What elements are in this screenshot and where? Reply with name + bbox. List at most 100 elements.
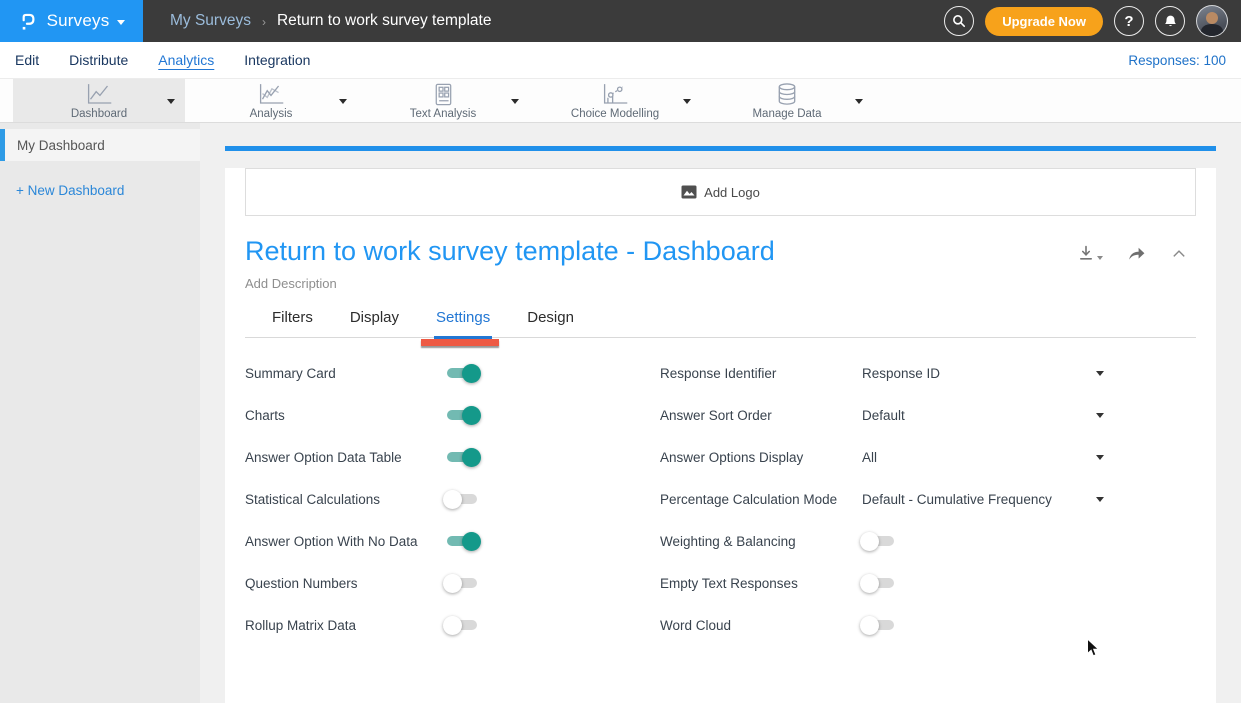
toolbar-item-manage-data[interactable]: Manage Data	[701, 79, 873, 122]
search-button[interactable]	[944, 6, 974, 36]
add-logo-label: Add Logo	[704, 185, 760, 200]
breadcrumb: My Surveys › Return to work survey templ…	[170, 12, 491, 30]
avatar[interactable]	[1196, 5, 1228, 37]
avatar-head	[1206, 12, 1218, 24]
setting-row: Answer Sort Order Default	[660, 394, 1104, 436]
download-button[interactable]	[1077, 244, 1103, 262]
toggle-answer-option-with-no-data[interactable]	[445, 534, 479, 549]
toolbar-item-label: Text Analysis	[410, 108, 476, 120]
dropdown-response-identifier[interactable]: Response ID	[862, 366, 1096, 381]
setting-row: Rollup Matrix Data	[245, 604, 660, 646]
setting-row: Word Cloud	[660, 604, 1104, 646]
toggle-answer-option-data-table[interactable]	[445, 450, 479, 465]
settings-left-column: Summary Card Charts Answer Option Data T…	[245, 352, 660, 646]
chevron-down-icon[interactable]	[339, 99, 347, 104]
setting-row: Percentage Calculation Mode Default - Cu…	[660, 478, 1104, 520]
download-icon	[1077, 244, 1095, 262]
toggle-statistical-calculations[interactable]	[445, 492, 479, 507]
share-icon	[1127, 245, 1146, 261]
text-analysis-doc-icon	[430, 82, 456, 108]
setting-row: Question Numbers	[245, 562, 660, 604]
tab-display[interactable]: Display	[350, 309, 399, 337]
share-button[interactable]	[1127, 245, 1146, 261]
nav-edit[interactable]: Edit	[15, 52, 39, 68]
toggle-weighting-balancing[interactable]	[862, 534, 896, 549]
nav-distribute[interactable]: Distribute	[69, 52, 128, 68]
tab-design[interactable]: Design	[527, 309, 574, 337]
toggle-rollup-matrix-data[interactable]	[445, 618, 479, 633]
brand-menu[interactable]: Surveys	[0, 0, 143, 42]
setting-label: Response Identifier	[660, 366, 862, 381]
toolbar-item-dashboard[interactable]: Dashboard	[13, 79, 185, 122]
choice-modelling-scatter-icon	[598, 82, 632, 108]
page-title[interactable]: Return to work survey template - Dashboa…	[245, 236, 775, 267]
bell-icon	[1162, 13, 1179, 30]
setting-label: Word Cloud	[660, 618, 862, 633]
chevron-up-icon	[1170, 246, 1188, 260]
setting-label: Statistical Calculations	[245, 492, 445, 507]
product-name: Surveys	[47, 11, 110, 31]
collapse-panel-button[interactable]	[1170, 246, 1188, 260]
setting-row: Weighting & Balancing	[660, 520, 1104, 562]
chevron-down-icon[interactable]	[1096, 497, 1104, 502]
toolbar-item-label: Choice Modelling	[571, 108, 659, 120]
database-icon	[775, 82, 799, 108]
setting-row: Answer Options Display All	[660, 436, 1104, 478]
breadcrumb-current: Return to work survey template	[277, 12, 492, 30]
add-logo-button[interactable]: Add Logo	[245, 168, 1196, 216]
toggle-word-cloud[interactable]	[862, 618, 896, 633]
title-actions	[1077, 244, 1188, 262]
chevron-down-icon[interactable]	[1096, 371, 1104, 376]
toolbar-item-label: Manage Data	[752, 108, 821, 120]
chevron-down-icon[interactable]	[167, 99, 175, 104]
dashboard-sidebar: My Dashboard + New Dashboard	[0, 123, 200, 703]
responses-count-link[interactable]: Responses: 100	[1128, 53, 1226, 68]
sidebar-item-my-dashboard[interactable]: My Dashboard	[0, 129, 200, 161]
new-dashboard-button[interactable]: + New Dashboard	[16, 183, 200, 198]
chevron-down-icon[interactable]	[1096, 455, 1104, 460]
setting-label: Answer Options Display	[660, 450, 862, 465]
toggle-empty-text-responses[interactable]	[862, 576, 896, 591]
setting-label: Summary Card	[245, 366, 445, 381]
tab-settings[interactable]: Settings	[436, 309, 490, 337]
help-button[interactable]: ?	[1114, 6, 1144, 36]
dashboard-chart-icon	[82, 82, 116, 108]
nav-integration[interactable]: Integration	[244, 52, 310, 68]
toggle-summary-card[interactable]	[445, 366, 479, 381]
setting-label: Empty Text Responses	[660, 576, 862, 591]
toolbar-item-analysis[interactable]: Analysis	[185, 79, 357, 122]
red-highlight-marker	[421, 339, 499, 346]
add-description-field[interactable]: Add Description	[245, 276, 1196, 291]
toolbar-item-label: Dashboard	[71, 108, 127, 120]
dropdown-percentage-calculation-mode[interactable]: Default - Cumulative Frequency	[862, 492, 1096, 507]
survey-section-nav: Edit Distribute Analytics Integration Re…	[0, 42, 1241, 78]
nav-analytics[interactable]: Analytics	[158, 52, 214, 68]
setting-label: Answer Option With No Data	[245, 534, 445, 549]
search-icon	[950, 12, 968, 30]
workspace: My Dashboard + New Dashboard Add Logo Re…	[0, 123, 1241, 703]
title-row: Return to work survey template - Dashboa…	[245, 236, 1196, 267]
toolbar-item-choice-modelling[interactable]: Choice Modelling	[529, 79, 701, 122]
chevron-down-icon	[117, 20, 125, 25]
toolbar-item-text-analysis[interactable]: Text Analysis	[357, 79, 529, 122]
upgrade-now-button[interactable]: Upgrade Now	[985, 7, 1103, 36]
card-accent-bar	[225, 146, 1216, 151]
setting-label: Percentage Calculation Mode	[660, 492, 862, 507]
chevron-down-icon[interactable]	[683, 99, 691, 104]
breadcrumb-parent-link[interactable]: My Surveys	[170, 12, 251, 30]
setting-label: Question Numbers	[245, 576, 445, 591]
setting-row: Statistical Calculations	[245, 478, 660, 520]
tab-filters[interactable]: Filters	[272, 309, 313, 337]
chevron-down-icon[interactable]	[855, 99, 863, 104]
toolbar-item-label: Analysis	[250, 108, 293, 120]
setting-label: Answer Option Data Table	[245, 450, 445, 465]
image-placeholder-icon	[681, 185, 697, 199]
toggle-question-numbers[interactable]	[445, 576, 479, 591]
dropdown-answer-options-display[interactable]: All	[862, 450, 1096, 465]
chevron-down-icon[interactable]	[511, 99, 519, 104]
dropdown-answer-sort-order[interactable]: Default	[862, 408, 1096, 423]
chevron-down-icon[interactable]	[1096, 413, 1104, 418]
notifications-button[interactable]	[1155, 6, 1185, 36]
analytics-toolbar: Dashboard Analysis Text Analysis	[0, 78, 1241, 123]
toggle-charts[interactable]	[445, 408, 479, 423]
